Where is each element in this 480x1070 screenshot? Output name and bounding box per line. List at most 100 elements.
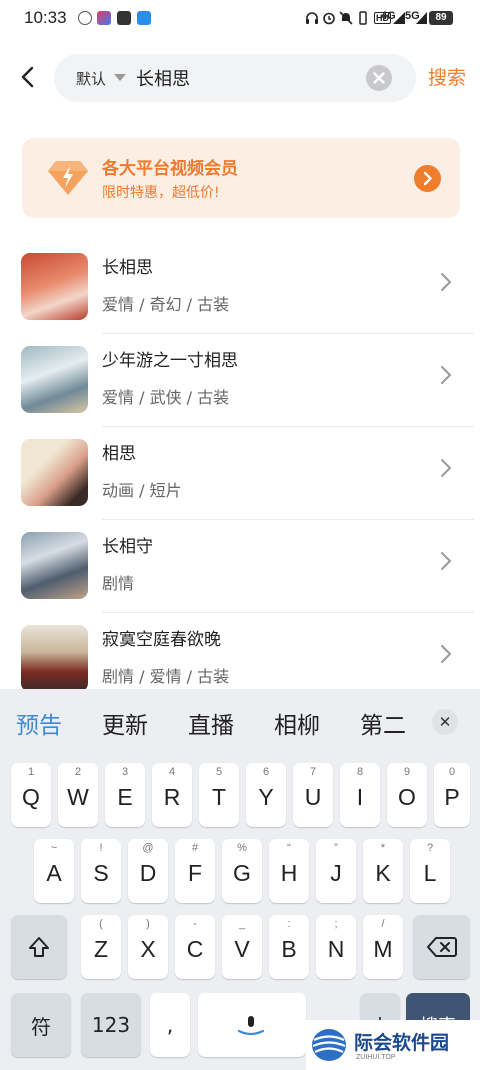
result-title: 长相思 (102, 258, 153, 278)
result-title: 长相守 (102, 537, 153, 557)
watermark: 际会软件园 ZUIHUI.TOP (306, 1020, 480, 1070)
chevron-right-icon[interactable] (436, 458, 456, 478)
mail-icon (117, 11, 131, 25)
divider (102, 333, 474, 334)
keyboard-suggestion[interactable]: 预告 (16, 706, 62, 740)
poster-thumbnail (21, 439, 88, 506)
poster-thumbnail (21, 253, 88, 320)
vip-banner[interactable]: 各大平台视频会员 限时特惠，超低价! (22, 138, 460, 218)
key-x[interactable]: ) X (128, 915, 168, 979)
result-title: 少年游之一寸相思 (102, 351, 238, 371)
key-o[interactable]: 9O (387, 763, 427, 827)
microphone-icon[interactable] (236, 1015, 266, 1037)
key-n[interactable]: ; N (316, 915, 356, 979)
chevron-right-icon[interactable] (436, 551, 456, 571)
mute-icon (339, 11, 353, 25)
key-g[interactable]: % G (222, 839, 262, 903)
globe-logo-icon (312, 1029, 346, 1061)
headphones-icon (306, 12, 318, 24)
back-button[interactable] (14, 63, 42, 91)
soft-keyboard: 预告 更新 直播 相柳 第二 ✕ 1Q 2W 3E 4R 5T 6Y 7U 8I… (0, 689, 480, 1070)
space-key[interactable] (198, 993, 306, 1057)
vibrate-icon (359, 11, 367, 25)
key-i[interactable]: 8I (340, 763, 380, 827)
close-suggestions-button[interactable]: ✕ (432, 709, 458, 735)
close-icon[interactable] (366, 65, 392, 91)
key-e[interactable]: 3E (105, 763, 145, 827)
result-item[interactable]: 少年游之一寸相思 爱情 / 武侠 / 古装 (0, 339, 480, 432)
shift-key[interactable] (11, 915, 67, 979)
keyboard-suggestion[interactable]: 第二 (360, 706, 416, 740)
key-w[interactable]: 2W (58, 763, 98, 827)
search-scope-select[interactable]: 默认 (76, 68, 106, 89)
chevron-down-icon[interactable] (114, 74, 126, 81)
search-button[interactable]: 搜索 (428, 63, 466, 90)
signal-icon (393, 12, 405, 24)
result-tags: 爱情 / 奇幻 / 古装 (102, 295, 230, 314)
status-bar: 10:33 HD 4G 5G 89 (0, 0, 480, 38)
diamond-icon (48, 161, 88, 195)
result-title: 寂寞空庭春欲晚 (102, 630, 221, 650)
key-v[interactable]: _ V (222, 915, 262, 979)
backspace-icon[interactable] (427, 936, 457, 958)
divider (102, 519, 474, 520)
key-l[interactable]: ? L (410, 839, 450, 903)
keyboard-suggestion[interactable]: 更新 (102, 706, 148, 740)
app-notification-icon (137, 11, 151, 25)
vip-banner-subtitle: 限时特惠，超低价! (102, 185, 220, 201)
key-c[interactable]: -C (175, 915, 215, 979)
keyboard-suggestion[interactable]: 相柳 (274, 706, 320, 740)
chevron-right-icon[interactable] (436, 365, 456, 385)
key-j[interactable]: ” J (316, 839, 356, 903)
poster-thumbnail (21, 346, 88, 413)
shift-icon[interactable] (27, 935, 51, 959)
watermark-subtext: ZUIHUI.TOP (356, 1054, 396, 1061)
key-u[interactable]: 7U (293, 763, 333, 827)
key-p[interactable]: 0P (434, 763, 470, 827)
key-f[interactable]: # F (175, 839, 215, 903)
comma-key[interactable]: , (150, 993, 190, 1057)
result-tags: 剧情 (102, 574, 135, 593)
search-box[interactable]: 默认 长相思 (54, 54, 416, 102)
alarm-icon (323, 12, 335, 25)
key-d[interactable]: @ D (128, 839, 168, 903)
poster-thumbnail (21, 532, 88, 599)
result-tags: 爱情 / 武侠 / 古装 (102, 388, 230, 407)
key-h[interactable]: “H (269, 839, 309, 903)
result-item[interactable]: 长相守 剧情 (0, 525, 480, 618)
key-a[interactable]: ~ A (34, 839, 74, 903)
symbol-key[interactable]: 符 (11, 993, 71, 1057)
result-tags: 动画 / 短片 (102, 481, 182, 500)
app-notification-icon (78, 11, 92, 25)
key-y[interactable]: 6Y (246, 763, 286, 827)
watermark-text: 际会软件园 (354, 1032, 450, 1054)
key-b[interactable]: :B (269, 915, 309, 979)
key-k[interactable]: * K (363, 839, 403, 903)
clear-button[interactable] (366, 65, 392, 91)
chevron-right-icon[interactable] (414, 165, 441, 192)
key-m[interactable]: / M (363, 915, 403, 979)
chevron-right-icon[interactable] (436, 272, 456, 292)
vip-banner-title: 各大平台视频会员 (102, 159, 238, 179)
result-tags: 剧情 / 爱情 / 古装 (102, 667, 230, 686)
app-notification-icon (97, 11, 111, 25)
search-input[interactable]: 长相思 (136, 65, 190, 91)
signal-icon (416, 12, 427, 24)
chevron-right-icon[interactable] (436, 644, 456, 664)
key-t[interactable]: 5T (199, 763, 239, 827)
divider (102, 612, 474, 613)
key-z[interactable]: (Z (81, 915, 121, 979)
key-q[interactable]: 1Q (11, 763, 51, 827)
backspace-key[interactable] (413, 915, 470, 979)
result-item[interactable]: 长相思 爱情 / 奇幻 / 古装 (0, 246, 480, 339)
result-title: 相思 (102, 444, 136, 464)
number-key[interactable]: 123 (81, 993, 141, 1057)
keyboard-suggestion[interactable]: 直播 (188, 706, 234, 740)
divider (102, 426, 474, 427)
result-item[interactable]: 相思 动画 / 短片 (0, 432, 480, 525)
key-r[interactable]: 4R (152, 763, 192, 827)
key-s[interactable]: ! S (81, 839, 121, 903)
status-time: 10:33 (24, 8, 67, 27)
vip-go-button[interactable] (414, 165, 441, 192)
poster-thumbnail (21, 625, 88, 692)
